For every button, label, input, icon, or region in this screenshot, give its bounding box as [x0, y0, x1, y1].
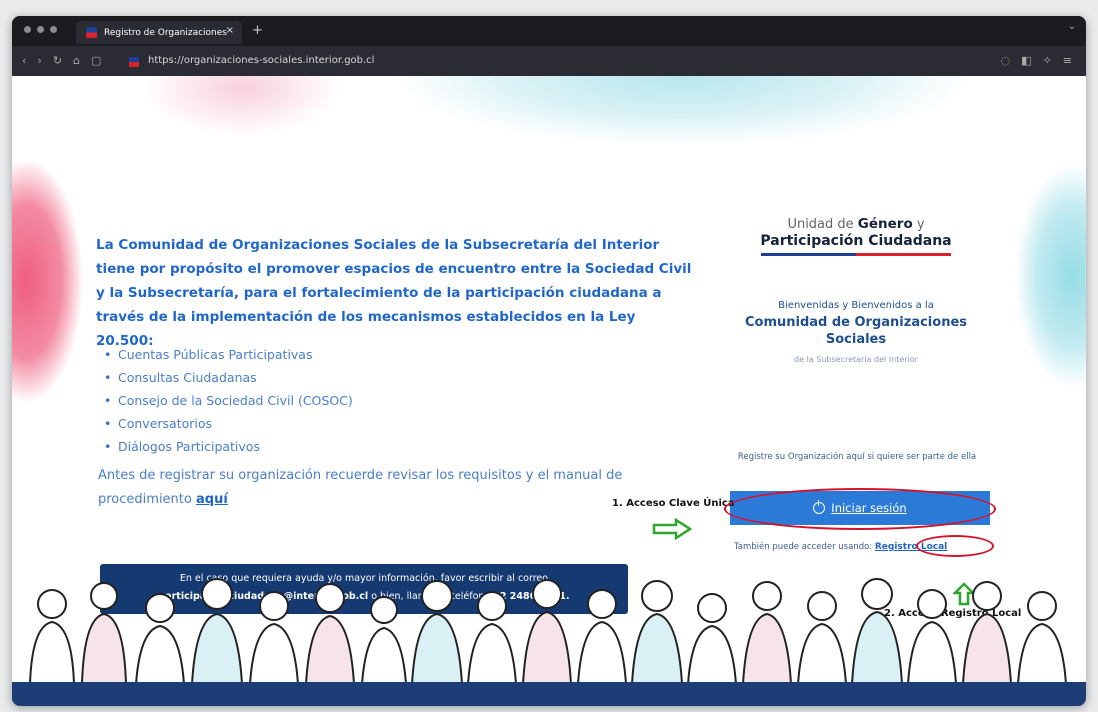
highlight-oval-registro — [916, 535, 994, 557]
list-item: Conversatorios — [104, 412, 353, 435]
address-bar: ‹ › ↻ ⌂ ▢ https://organizaciones-sociale… — [12, 46, 1086, 76]
chevron-down-icon[interactable]: ⌄ — [1068, 21, 1076, 32]
alt-text: También puede acceder usando: — [734, 542, 875, 552]
home-icon[interactable]: ⌂ — [73, 54, 80, 67]
unit-logo-line2: Participación Ciudadana — [760, 233, 952, 249]
tab-title: Registro de Organizaciones — [104, 27, 227, 38]
window-controls[interactable] — [24, 26, 57, 33]
reminder-label: Antes de registrar su organización recue… — [98, 468, 623, 507]
footer-bar — [12, 682, 1086, 706]
login-panel: Unidad de Género y Participación Ciudada… — [718, 216, 994, 364]
welcome-line1: Bienvenidas y Bienvenidos a la — [778, 300, 934, 311]
tab-close-icon[interactable]: × — [226, 25, 234, 36]
list-item: Diálogos Participativos — [104, 435, 353, 458]
url-field[interactable]: https://organizaciones-sociales.interior… — [148, 55, 374, 66]
logo-text-c: y — [912, 217, 925, 232]
tab-bar: Registro de Organizaciones × + ⌄ — [12, 16, 1086, 46]
extensions-icon[interactable]: ✧ — [1043, 54, 1052, 67]
cyan-watercolor-top — [392, 76, 972, 146]
pink-watercolor — [12, 161, 82, 401]
pink-watercolor-top — [142, 76, 342, 136]
page-content: La Comunidad de Organizaciones Sociales … — [12, 76, 1086, 706]
logo-text-b: Género — [857, 216, 913, 232]
list-item: Consultas Ciudadanas — [104, 366, 353, 389]
forward-icon[interactable]: › — [37, 54, 41, 67]
new-tab-icon[interactable]: + — [252, 23, 263, 38]
chile-flag-icon — [86, 27, 97, 38]
maximize-window-dot[interactable] — [50, 26, 57, 33]
cyan-watercolor-right — [1016, 166, 1086, 386]
reminder-text: Antes de registrar su organización recue… — [98, 464, 658, 512]
sidebar-icon[interactable]: ◧ — [1021, 54, 1031, 67]
welcome-title: Comunidad de Organizaciones Sociales — [744, 315, 968, 347]
community-illustration — [28, 578, 1068, 684]
shield-icon[interactable]: ◌ — [1001, 54, 1011, 67]
highlight-oval-login — [724, 488, 996, 530]
mechanisms-list: Cuentas Públicas Participativas Consulta… — [104, 343, 353, 458]
list-item: Cuentas Públicas Participativas — [104, 343, 353, 366]
logo-text-a: Unidad de — [787, 217, 858, 232]
menu-icon[interactable]: ≡ — [1063, 54, 1072, 67]
welcome-subtitle: de la Subsecretaría del Interior — [794, 355, 918, 364]
minimize-window-dot[interactable] — [37, 26, 44, 33]
annotation-clave-unica: 1. Acceso Clave Única — [612, 498, 735, 509]
list-item: Consejo de la Sociedad Civil (COSOC) — [104, 389, 353, 412]
arrow-right-icon — [652, 518, 692, 540]
unit-logo-line1: Unidad de Género y — [718, 216, 994, 232]
register-note: Registre su Organización aquí si quiere … — [737, 452, 977, 462]
nav-controls: ‹ › ↻ ⌂ ▢ — [22, 54, 101, 67]
toolbar-icons: ◌ ◧ ✧ ≡ — [1001, 54, 1072, 67]
back-icon[interactable]: ‹ — [22, 54, 26, 67]
bookmark-icon[interactable]: ▢ — [91, 54, 101, 67]
reload-icon[interactable]: ↻ — [53, 54, 62, 67]
browser-tab[interactable]: Registro de Organizaciones × — [76, 21, 242, 44]
manual-link[interactable]: aquí — [196, 492, 228, 507]
browser-window: Registro de Organizaciones × + ⌄ ‹ › ↻ ⌂… — [12, 16, 1086, 706]
logo-flag-bar — [761, 253, 951, 256]
intro-text: La Comunidad de Organizaciones Sociales … — [96, 237, 692, 349]
site-favicon-icon — [129, 57, 139, 67]
close-window-dot[interactable] — [24, 26, 31, 33]
